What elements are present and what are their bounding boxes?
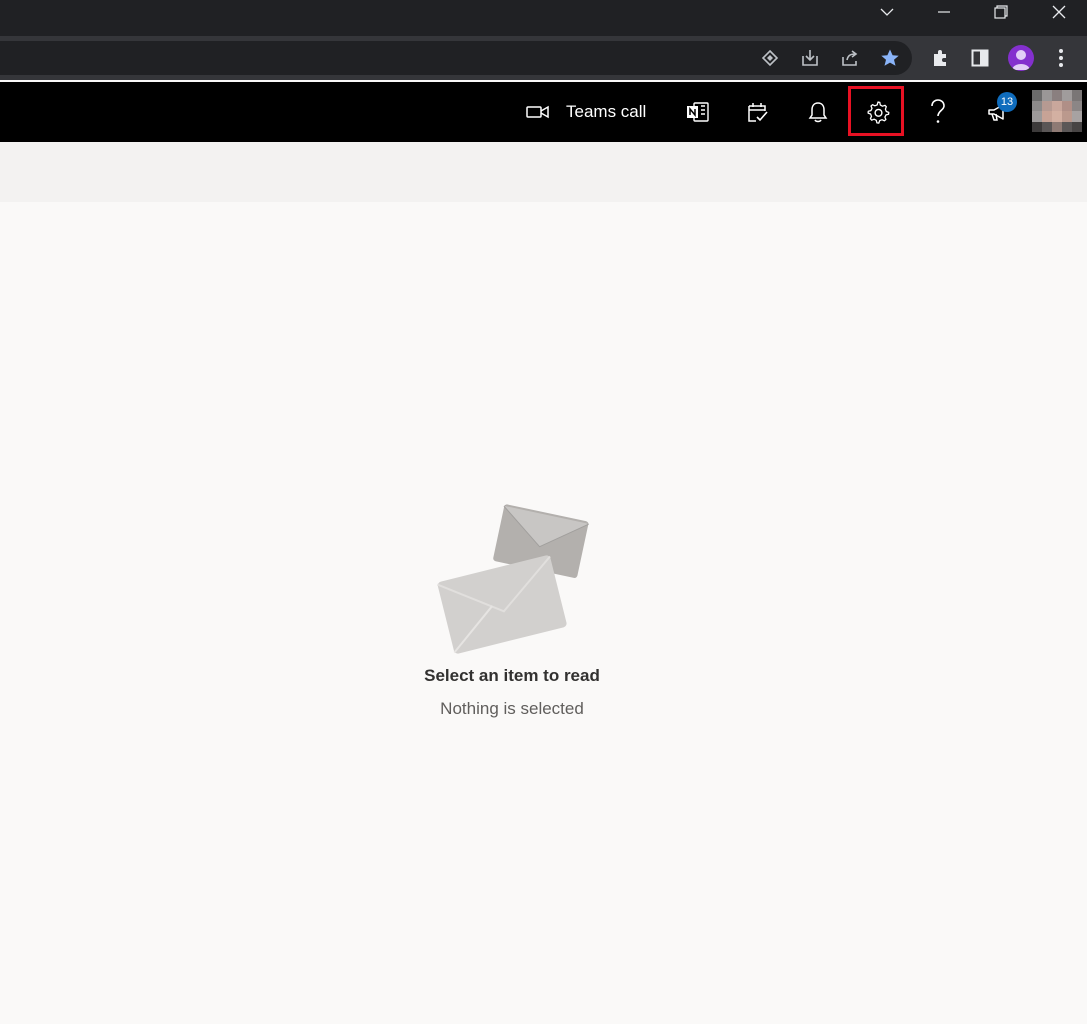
- whats-new-button[interactable]: [970, 82, 1026, 142]
- app-header: Teams call: [0, 82, 1087, 142]
- profile-button[interactable]: [1007, 44, 1035, 72]
- browser-titlebar: [0, 0, 1087, 36]
- bell-icon: [808, 102, 828, 123]
- bookmark-star-button[interactable]: [876, 44, 904, 72]
- close-icon: [1052, 5, 1066, 19]
- empty-state-title: Select an item to read: [424, 666, 600, 685]
- restore-button[interactable]: [978, 0, 1024, 24]
- my-day-button[interactable]: [730, 82, 786, 142]
- bookmark-star-icon: [881, 49, 899, 66]
- extensions-icon: [934, 50, 946, 66]
- command-bar: [0, 142, 1087, 202]
- empty-state-subtitle: Nothing is selected: [440, 699, 584, 718]
- minimize-icon: [938, 11, 950, 13]
- kebab-menu-icon: [1059, 49, 1063, 67]
- share-icon: [842, 50, 858, 66]
- close-window-button[interactable]: [1036, 0, 1082, 24]
- install-app-button[interactable]: [796, 44, 824, 72]
- notifications-button[interactable]: [790, 82, 846, 142]
- tracking-button[interactable]: [756, 44, 784, 72]
- profile-icon: [1008, 45, 1034, 71]
- my-day-icon: [748, 103, 768, 122]
- settings-button[interactable]: [850, 82, 906, 142]
- onenote-button[interactable]: [670, 82, 726, 142]
- empty-envelopes-illustration: [437, 504, 589, 654]
- side-panel-icon: [971, 49, 989, 67]
- install-app-icon: [802, 50, 818, 66]
- onenote-icon: [687, 102, 709, 122]
- video-camera-icon: [526, 105, 549, 119]
- share-button[interactable]: [836, 44, 864, 72]
- chevron-down-icon: [880, 8, 894, 16]
- teams-call-button[interactable]: Teams call: [518, 82, 658, 142]
- help-icon: [931, 99, 945, 123]
- gear-icon: [867, 101, 890, 124]
- whats-new-count-badge: 13: [997, 92, 1017, 112]
- tab-search-button[interactable]: [864, 0, 910, 24]
- minimize-button[interactable]: [921, 0, 967, 24]
- browser-menu-button[interactable]: [1047, 44, 1075, 72]
- tracking-icon: [761, 49, 779, 67]
- extensions-button[interactable]: [926, 44, 954, 72]
- restore-icon: [994, 5, 1008, 19]
- side-panel-button[interactable]: [966, 44, 994, 72]
- browser-toolbar: [0, 36, 1087, 80]
- help-button[interactable]: [910, 82, 966, 142]
- account-avatar[interactable]: [1032, 90, 1082, 132]
- teams-call-label: Teams call: [566, 102, 647, 121]
